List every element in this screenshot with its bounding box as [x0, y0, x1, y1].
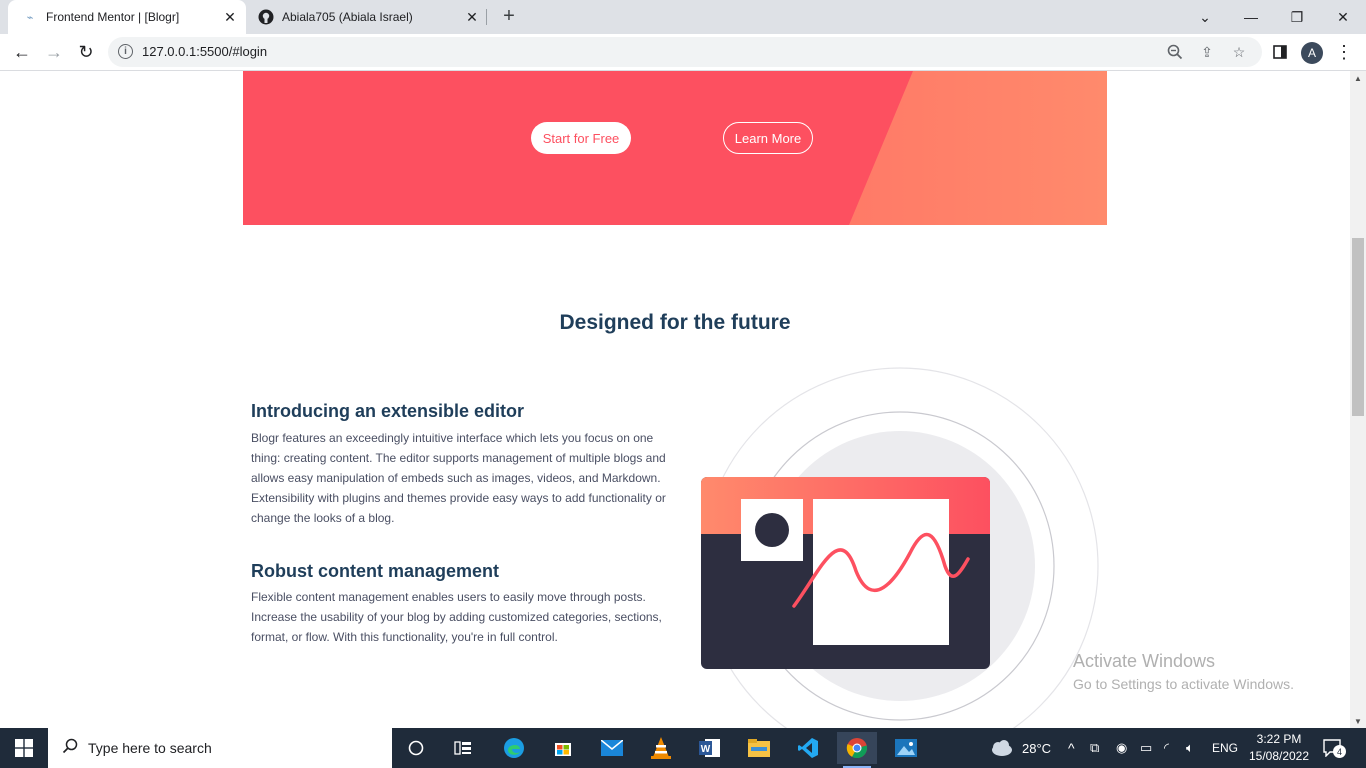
browser-toolbar: ← → ↻ i 127.0.0.1:5500/#login ⇪ ☆ A ⋮ [0, 34, 1366, 71]
github-icon [258, 9, 274, 25]
weather-temperature: 28°C [1022, 740, 1052, 756]
mail-icon[interactable] [592, 732, 632, 764]
chrome-icon[interactable] [837, 732, 877, 768]
scroll-down-arrow-icon[interactable]: ▼ [1350, 714, 1366, 728]
microsoft-store-icon[interactable] [543, 732, 583, 764]
tray-chevron-icon[interactable]: ^ [1068, 728, 1075, 768]
url-text[interactable]: 127.0.0.1:5500/#login [142, 44, 267, 59]
browser-menu-icon[interactable]: ⋮ [1330, 38, 1358, 66]
windows-taskbar: Type here to search W 28°C ^ ⧉ ◉ ▭ ◜ 🔈︎ … [0, 728, 1366, 768]
section-title: Designed for the future [559, 311, 791, 334]
scroll-thumb[interactable] [1352, 238, 1364, 416]
share-icon[interactable]: ⇪ [1198, 43, 1216, 61]
edge-icon[interactable] [494, 732, 534, 764]
activate-windows-watermark: Activate Windows Go to Settings to activ… [1073, 651, 1294, 692]
feature-heading-editor: Introducing an extensible editor [251, 401, 525, 421]
language-indicator[interactable]: ENG [1212, 728, 1238, 768]
feature-body-editor: Blogr features an exceedingly intuitive … [251, 431, 666, 525]
weather-widget[interactable]: 28°C [988, 728, 1051, 768]
site-info-icon[interactable]: i [118, 44, 133, 59]
tab-search-icon[interactable]: ⌄ [1182, 0, 1228, 34]
photos-icon[interactable] [886, 732, 926, 764]
back-button[interactable]: ← [8, 38, 36, 66]
side-panel-icon[interactable] [1266, 38, 1294, 66]
start-for-free-button[interactable]: Start for Free [531, 122, 631, 154]
vlc-icon[interactable] [641, 732, 681, 764]
close-tab-icon[interactable]: ✕ [462, 7, 482, 27]
clock-time: 3:22 PM [1256, 732, 1302, 746]
scroll-up-arrow-icon[interactable]: ▲ [1350, 71, 1366, 85]
tray-meet-icon[interactable]: ◉ [1116, 728, 1127, 768]
activate-line2: Go to Settings to activate Windows. [1073, 676, 1294, 692]
taskbar-clock[interactable]: 3:22 PM 15/08/2022 [1244, 731, 1314, 765]
blogr-favicon-icon: ⌁ [26, 11, 34, 24]
start-button[interactable] [0, 728, 48, 768]
taskbar-search-box[interactable]: Type here to search [48, 728, 392, 768]
page-viewport: Start for Free Learn More Designed for t… [0, 71, 1350, 728]
cloud-icon [992, 740, 1012, 756]
browser-tab-bar: ⌁ Frontend Mentor | [Blogr] ✕ Abiala705 … [0, 0, 1366, 34]
editor-illustration [701, 367, 1099, 728]
tray-app-icon[interactable]: ⧉ [1090, 728, 1099, 768]
hero-gradient-shape [849, 71, 1107, 225]
feature-body-content: Flexible content management enables user… [251, 590, 662, 644]
profile-avatar[interactable]: A [1301, 42, 1323, 64]
tab-title: Frontend Mentor | [Blogr] [46, 10, 180, 24]
task-view-icon[interactable] [443, 732, 483, 764]
bookmark-star-icon[interactable]: ☆ [1230, 43, 1248, 61]
address-bar[interactable]: i 127.0.0.1:5500/#login ⇪ ☆ [108, 37, 1262, 67]
cortana-icon[interactable] [396, 732, 436, 764]
volume-icon[interactable]: 🔈︎ [1186, 728, 1194, 768]
tab-separator [486, 9, 487, 25]
tab-title: Abiala705 (Abiala Israel) [282, 10, 413, 24]
new-tab-button[interactable]: + [497, 5, 521, 29]
battery-icon[interactable]: ▭ [1140, 728, 1152, 768]
wifi-icon[interactable]: ◜ [1164, 728, 1169, 768]
close-tab-icon[interactable]: ✕ [220, 7, 240, 27]
hero-banner: Start for Free Learn More [243, 71, 1107, 225]
svg-text:W: W [701, 744, 711, 755]
page-scrollbar[interactable]: ▲ ▼ [1350, 71, 1366, 728]
zoom-icon[interactable] [1166, 43, 1184, 61]
learn-more-button[interactable]: Learn More [723, 122, 813, 154]
windows-logo-icon [15, 739, 33, 757]
feature-heading-content: Robust content management [251, 561, 500, 581]
tab-github[interactable]: Abiala705 (Abiala Israel) ✕ [250, 0, 488, 34]
forward-button[interactable]: → [40, 38, 68, 66]
tab-frontend-mentor[interactable]: ⌁ Frontend Mentor | [Blogr] ✕ [8, 0, 246, 34]
notification-center-icon[interactable]: 4 [1322, 738, 1346, 758]
search-placeholder: Type here to search [88, 740, 212, 756]
reload-button[interactable]: ↻ [72, 38, 100, 66]
clock-date: 15/08/2022 [1248, 749, 1310, 763]
activate-line1: Activate Windows [1073, 651, 1216, 671]
notification-count-badge: 4 [1333, 745, 1346, 758]
search-icon [62, 738, 78, 759]
vscode-icon[interactable] [788, 732, 828, 764]
word-icon[interactable]: W [690, 732, 730, 764]
minimize-button[interactable]: — [1228, 0, 1274, 34]
maximize-button[interactable]: ❐ [1274, 0, 1320, 34]
close-window-button[interactable]: ✕ [1320, 0, 1366, 34]
file-explorer-icon[interactable] [739, 732, 779, 764]
